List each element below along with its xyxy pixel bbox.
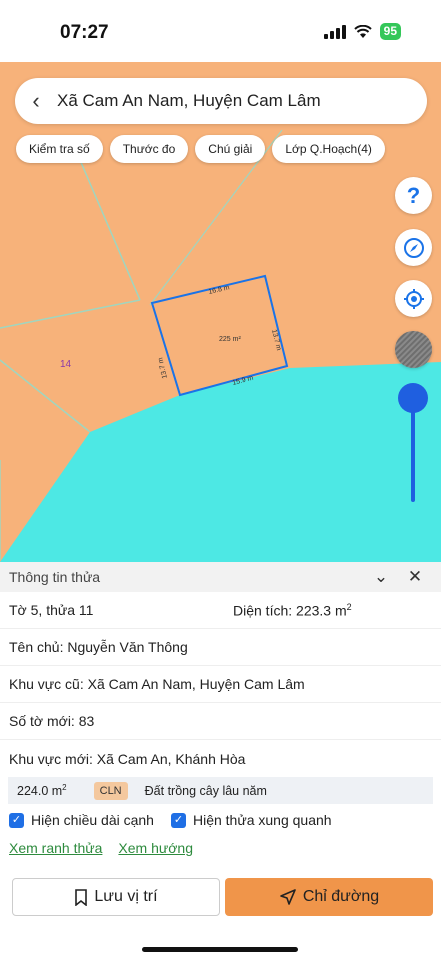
directions-label: Chỉ đường (302, 888, 380, 905)
close-icon[interactable]: ✕ (398, 567, 432, 587)
neighbor-parcel-number: 14 (60, 359, 72, 370)
panel-links: Xem ranh thửa Xem hướng (0, 836, 441, 860)
chip-legend[interactable]: Chú giải (195, 135, 266, 163)
satellite-layer-icon[interactable] (395, 331, 432, 368)
signal-icon (323, 24, 346, 39)
status-bar: 07:27 95 (0, 0, 441, 62)
checkbox-show-edges[interactable]: ✓ (9, 812, 24, 828)
new-area-row: Khu vực mới: Xã Cam An, Khánh Hòa (0, 740, 441, 777)
bookmark-icon (75, 888, 88, 906)
status-time: 07:27 (60, 22, 109, 43)
action-buttons: Lưu vị trí Chỉ đường (12, 878, 433, 916)
parcel-area: Diện tích: 223.3 m2 (233, 601, 352, 619)
opacity-slider-track[interactable] (411, 400, 415, 502)
old-area: Khu vực cũ: Xã Cam An Nam, Huyện Cam Lâm (9, 676, 305, 692)
new-area: Khu vực mới: Xã Cam An, Khánh Hòa (9, 750, 246, 767)
link-view-direction[interactable]: Xem hướng (118, 840, 193, 856)
tool-chips: Kiểm tra số Thước đo Chú giải Lớp Q.Hoạc… (16, 135, 385, 163)
chip-planning-layer[interactable]: Lớp Q.Hoạch(4) (272, 135, 385, 163)
old-area-row: Khu vực cũ: Xã Cam An Nam, Huyện Cam Lâm (0, 666, 441, 703)
land-use-area: 224.0 m2 (17, 782, 67, 799)
link-view-boundaries[interactable]: Xem ranh thửa (9, 840, 102, 856)
chevron-down-icon[interactable]: ⌄ (364, 567, 398, 587)
owner-name: Tên chủ: Nguyễn Văn Thông (9, 639, 188, 655)
land-use-code-badge: CLN (93, 781, 128, 800)
parcel-info-panel: Thông tin thửa ⌄ ✕ Tờ 5, thửa 11 Diện tí… (0, 562, 441, 960)
display-options: ✓ Hiện chiều dài cạnh ✓ Hiện thửa xung q… (0, 804, 441, 836)
checkbox-show-neighbors[interactable]: ✓ (170, 812, 186, 828)
wifi-icon (353, 24, 372, 38)
chip-measure[interactable]: Thước đo (109, 135, 189, 163)
locate-icon[interactable] (395, 280, 432, 317)
new-sheet: Số tờ mới: 83 (9, 713, 95, 729)
compass-icon[interactable] (395, 229, 432, 266)
save-location-label: Lưu vị trí (94, 888, 158, 905)
panel-title: Thông tin thửa (9, 569, 101, 585)
send-icon (280, 889, 296, 905)
home-indicator (142, 947, 298, 952)
location-search-bar[interactable]: ‹ Xã Cam An Nam, Huyện Cam Lâm (15, 78, 427, 124)
land-use-description: Đất trồng cây lâu năm (144, 783, 267, 798)
save-location-button[interactable]: Lưu vị trí (12, 878, 220, 916)
parcel-area-label: 225 m² (219, 336, 241, 343)
question-icon[interactable]: ? (395, 177, 432, 214)
back-arrow-icon[interactable]: ‹ (15, 88, 57, 114)
chip-check-number[interactable]: Kiểm tra số (16, 135, 103, 163)
owner-row: Tên chủ: Nguyễn Văn Thông (0, 629, 441, 666)
panel-header: Thông tin thửa ⌄ ✕ (0, 562, 441, 592)
directions-button[interactable]: Chỉ đường (225, 878, 433, 916)
opacity-slider-thumb[interactable] (398, 383, 428, 413)
sheet-parcel: Tờ 5, thửa 11 (9, 602, 94, 618)
battery-indicator: 95 (379, 23, 401, 40)
checkbox-show-edges-label[interactable]: Hiện chiều dài cạnh (31, 812, 154, 828)
location-title: Xã Cam An Nam, Huyện Cam Lâm (57, 91, 321, 110)
new-sheet-row: Số tờ mới: 83 (0, 703, 441, 740)
checkbox-show-neighbors-label[interactable]: Hiện thửa xung quanh (193, 812, 332, 828)
land-use-row: 224.0 m2 CLN Đất trồng cây lâu năm (8, 777, 433, 804)
sheet-area-row: Tờ 5, thửa 11 Diện tích: 223.3 m2 (0, 592, 441, 629)
